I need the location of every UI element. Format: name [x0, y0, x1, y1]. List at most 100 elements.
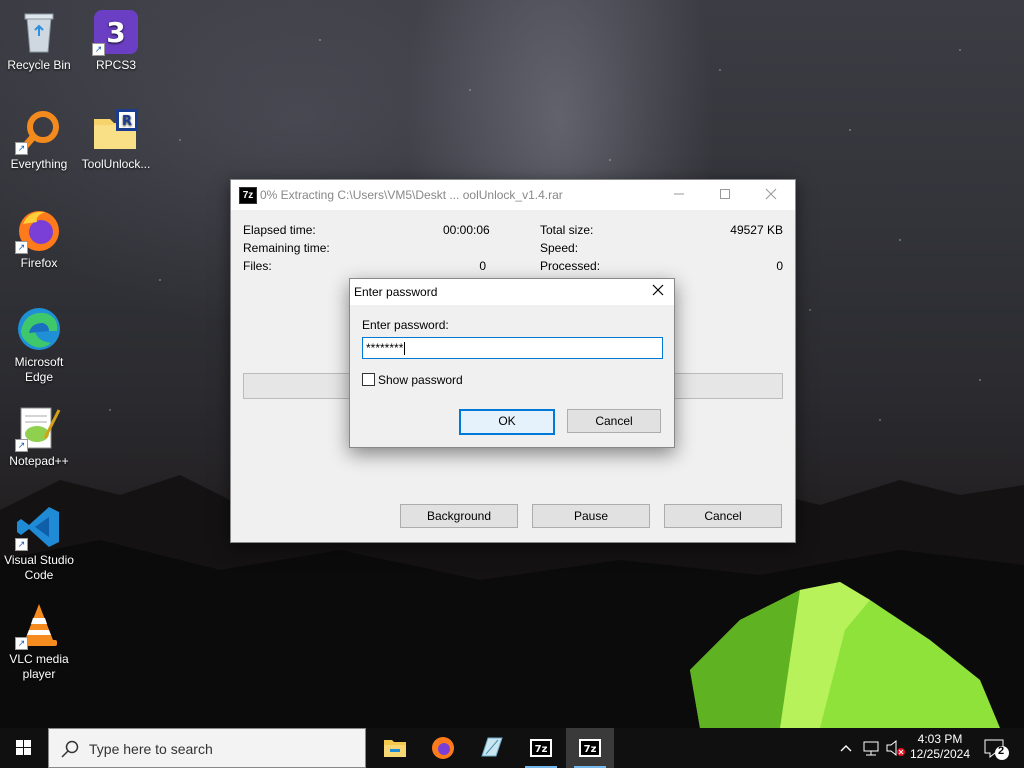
desktop-icon-label: VLC media player	[9, 652, 69, 681]
vscode-icon: ↗	[15, 503, 63, 551]
notepad-plus-plus-icon	[481, 737, 503, 757]
desktop-icon-recycle-bin[interactable]: Recycle Bin	[1, 8, 77, 73]
window-title: 0% Extracting C:\Users\VM5\Deskt ... ool…	[260, 188, 563, 202]
desktop-icon-vlc[interactable]: ↗ VLC media player	[1, 602, 77, 682]
maximize-button[interactable]	[702, 180, 748, 210]
elapsed-time-label: Elapsed time:	[243, 223, 316, 237]
speed-label: Speed:	[540, 241, 579, 255]
shortcut-arrow-icon: ↗	[15, 637, 28, 650]
minimize-icon	[674, 193, 684, 195]
cancel-button[interactable]: Cancel	[567, 409, 661, 433]
shortcut-arrow-icon: ↗	[92, 43, 105, 56]
taskbar-file-explorer[interactable]	[371, 728, 419, 768]
enter-password-dialog: Enter password Enter password: ******** …	[349, 278, 675, 448]
windows-logo-icon	[16, 740, 31, 755]
dialog-titlebar[interactable]: Enter password	[350, 279, 674, 305]
elapsed-time-value: 00:00:06	[443, 223, 490, 237]
close-button[interactable]	[748, 180, 794, 210]
taskbar: Type here to search 7z 7z 4:03 PM 12/25/…	[0, 728, 1024, 768]
desktop-icon-label: Microsoft Edge	[14, 355, 64, 384]
desktop-icon-everything[interactable]: ↗ Everything	[1, 107, 77, 172]
7zip-icon-text: 7z	[584, 744, 597, 755]
show-password-label[interactable]: Show password	[378, 373, 463, 387]
taskbar-notepad-plus-plus[interactable]	[468, 728, 516, 768]
minimize-button[interactable]	[656, 180, 702, 210]
desktop-icon-label: Everything	[10, 157, 68, 171]
processed-label: Processed:	[540, 259, 601, 273]
close-icon	[652, 284, 664, 296]
dialog-title: Enter password	[354, 285, 438, 299]
shortcut-arrow-icon: ↗	[15, 241, 28, 254]
recycle-bin-icon	[15, 8, 63, 56]
network-icon	[863, 741, 879, 756]
folder-icon: R	[92, 107, 140, 155]
show-password-checkbox[interactable]	[362, 373, 375, 386]
svg-text:3: 3	[106, 16, 125, 49]
firefox-icon	[432, 737, 454, 759]
close-icon	[765, 188, 777, 200]
file-explorer-icon	[384, 740, 406, 757]
pause-button[interactable]: Pause	[532, 504, 650, 528]
chevron-up-icon	[840, 745, 852, 752]
cancel-extraction-button[interactable]: Cancel	[664, 504, 782, 528]
firefox-icon: ↗	[15, 206, 63, 254]
password-input[interactable]: ********	[362, 337, 663, 359]
files-label: Files:	[243, 259, 272, 273]
desktop-icon-label: Visual Studio Code	[4, 553, 74, 582]
files-value: 0	[479, 259, 486, 273]
desktop-icon-notepadpp[interactable]: ↗ Notepad++	[1, 404, 77, 469]
rpcs3-icon: 3 ↗	[92, 8, 140, 56]
desktop-icon-firefox[interactable]: ↗ Firefox	[1, 206, 77, 271]
show-hidden-icons-button[interactable]	[836, 728, 856, 768]
desktop-icon-label: ToolUnlock...	[81, 157, 151, 171]
password-masked-value: ********	[366, 341, 404, 355]
desktop-icon-label: Recycle Bin	[7, 58, 71, 72]
svg-text:R: R	[122, 114, 132, 129]
shortcut-arrow-icon: ↗	[15, 439, 28, 452]
desktop-icon-vscode[interactable]: ↗ Visual Studio Code	[1, 503, 77, 583]
taskbar-search-box[interactable]: Type here to search	[48, 728, 366, 768]
7zip-icon: 7z	[579, 739, 601, 757]
total-size-label: Total size:	[540, 223, 594, 237]
shortcut-arrow-icon: ↗	[15, 538, 28, 551]
maximize-icon	[720, 189, 730, 199]
start-button[interactable]	[0, 728, 48, 768]
clock-date: 12/25/2024	[909, 747, 971, 761]
processed-value: 0	[776, 259, 783, 273]
text-caret	[404, 342, 406, 356]
network-tray-button[interactable]	[860, 728, 882, 768]
window-titlebar[interactable]: 7z 0% Extracting C:\Users\VM5\Deskt ... …	[231, 180, 795, 210]
taskbar-7zip-window-2[interactable]: 7z	[566, 728, 614, 768]
notepad-plus-plus-icon: ↗	[15, 404, 63, 452]
total-size-value: 49527 KB	[730, 223, 783, 237]
ok-button[interactable]: OK	[459, 409, 555, 435]
notification-count: 2	[998, 745, 1005, 757]
search-placeholder: Type here to search	[89, 741, 213, 757]
7zip-icon-text: 7z	[535, 744, 548, 755]
everything-search-icon: ↗	[15, 107, 63, 155]
notification-center-button[interactable]: 2	[978, 728, 1016, 768]
remaining-time-label: Remaining time:	[243, 241, 330, 255]
desktop-icon-edge[interactable]: Microsoft Edge	[1, 305, 77, 385]
vlc-cone-icon: ↗	[15, 602, 63, 650]
volume-muted-icon	[886, 739, 905, 757]
desktop-icon-label: Notepad++	[9, 454, 69, 468]
7zip-icon: 7z	[530, 739, 552, 757]
shortcut-arrow-icon: ↗	[15, 142, 28, 155]
taskbar-firefox[interactable]	[419, 728, 467, 768]
desktop-icon-label: Firefox	[20, 256, 58, 270]
7zip-app-icon: 7z	[239, 187, 257, 204]
desktop-icon-toolunlock[interactable]: R ToolUnlock...	[78, 107, 154, 172]
password-prompt-label: Enter password:	[362, 318, 449, 332]
taskbar-7zip-window-1[interactable]: 7z	[517, 728, 565, 768]
dialog-close-button[interactable]	[648, 282, 668, 302]
edge-icon	[15, 305, 63, 353]
notification-icon	[984, 739, 1009, 760]
clock[interactable]: 4:03 PM 12/25/2024	[909, 728, 971, 768]
search-icon	[61, 740, 79, 758]
clock-time: 4:03 PM	[917, 732, 963, 746]
background-button[interactable]: Background	[400, 504, 518, 528]
desktop-icon-rpcs3[interactable]: 3 ↗ RPCS3	[78, 8, 154, 73]
volume-tray-button[interactable]	[884, 728, 908, 768]
desktop-icon-label: RPCS3	[95, 58, 136, 72]
